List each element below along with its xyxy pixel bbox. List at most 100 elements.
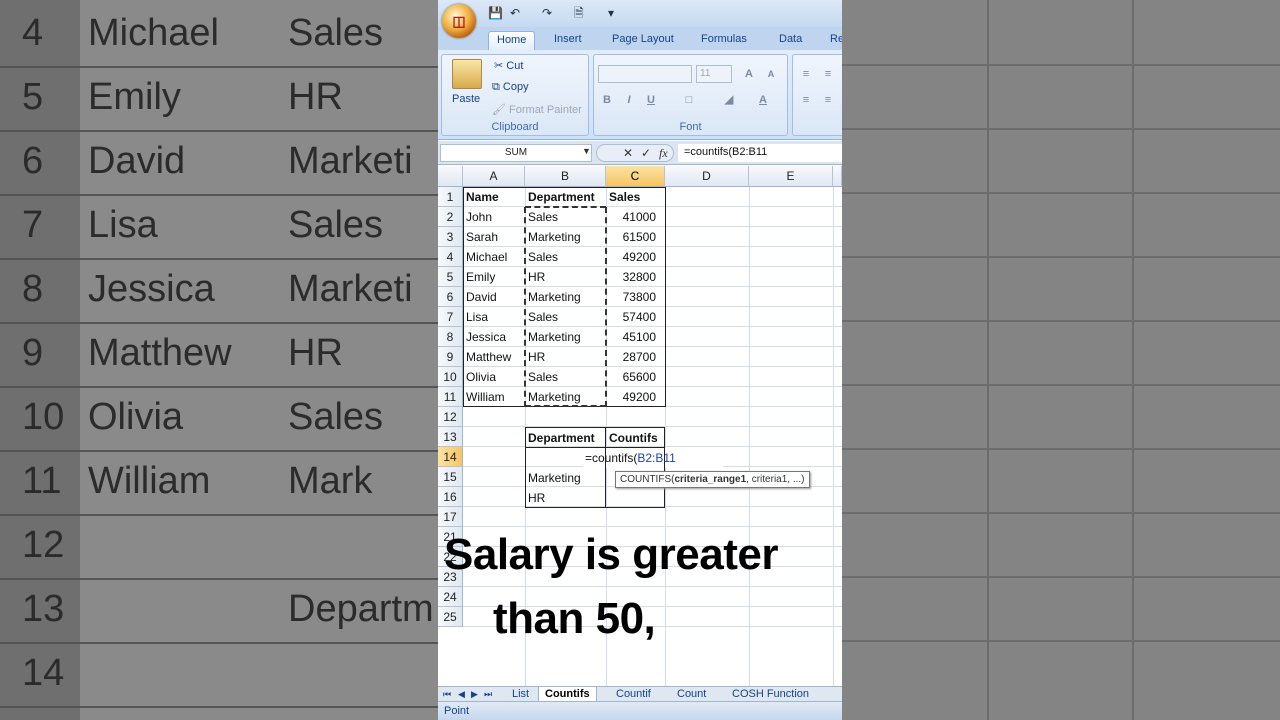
row-header-11[interactable]: 11: [438, 387, 463, 407]
cell-name[interactable]: John: [463, 207, 525, 227]
cell-dept[interactable]: Sales: [525, 247, 606, 267]
formula-input[interactable]: =countifs(B2:B11: [678, 144, 842, 162]
cell-sales[interactable]: 49200: [606, 247, 665, 267]
font-name-box[interactable]: [598, 65, 692, 83]
cell-name[interactable]: Emily: [463, 267, 525, 287]
row-header-2[interactable]: 2: [438, 207, 463, 227]
cell-sales[interactable]: 61500: [606, 227, 665, 247]
cell-name[interactable]: Sarah: [463, 227, 525, 247]
cell-name[interactable]: Lisa: [463, 307, 525, 327]
cell-dept[interactable]: HR: [525, 267, 606, 287]
cut-button[interactable]: ✂ Cut: [494, 59, 523, 72]
cell-dept[interactable]: Sales: [525, 207, 606, 227]
column-header-d[interactable]: D: [665, 166, 749, 187]
row-header-1[interactable]: 1: [438, 187, 463, 207]
tab-page-layout[interactable]: Page Layout: [604, 31, 682, 50]
print-preview-icon[interactable]: 🗎: [574, 5, 584, 21]
row-header-17[interactable]: 17: [438, 507, 463, 527]
column-header-b[interactable]: B: [525, 166, 606, 187]
enter-icon[interactable]: ✓: [641, 145, 651, 161]
summary-marketing[interactable]: Marketing: [525, 468, 606, 488]
fill-color-icon[interactable]: ◢: [720, 91, 738, 109]
customize-toolbar-icon[interactable]: ▾: [608, 5, 614, 21]
cell-dept[interactable]: Sales: [525, 367, 606, 387]
cell-dept[interactable]: HR: [525, 347, 606, 367]
cell-dept[interactable]: Marketing: [525, 227, 606, 247]
worksheet-grid[interactable]: A B C D E 1 2 3 4 5 6 7 8 9 10 11 12 13 14 15 16 17 21 22 2…: [438, 166, 842, 687]
row-header-7[interactable]: 7: [438, 307, 463, 327]
paste-icon[interactable]: [452, 59, 482, 89]
cell-sales[interactable]: 41000: [606, 207, 665, 227]
row-header-4[interactable]: 4: [438, 247, 463, 267]
column-header-c[interactable]: C: [606, 166, 665, 187]
insert-function-icon[interactable]: fx: [659, 145, 668, 161]
paste-button[interactable]: Paste: [452, 93, 480, 105]
shrink-font-button[interactable]: A: [762, 65, 780, 83]
grow-font-button[interactable]: A: [740, 65, 758, 83]
cell-name[interactable]: Matthew: [463, 347, 525, 367]
cell-sales[interactable]: 49200: [606, 387, 665, 407]
tab-data[interactable]: Data: [771, 31, 810, 50]
undo-icon[interactable]: ↶: [510, 5, 520, 21]
row-header-3[interactable]: 3: [438, 227, 463, 247]
cell-sales[interactable]: 65600: [606, 367, 665, 387]
row-header-13[interactable]: 13: [438, 427, 463, 447]
tab-insert[interactable]: Insert: [546, 31, 590, 50]
row-header-6[interactable]: 6: [438, 287, 463, 307]
column-header-f[interactable]: [833, 166, 842, 187]
name-box-dropdown-icon[interactable]: ▼: [582, 146, 591, 156]
row-header-25[interactable]: 25: [438, 607, 463, 627]
next-sheet-icon[interactable]: ▶: [471, 687, 478, 701]
summary-hr[interactable]: HR: [525, 488, 606, 508]
header-name[interactable]: Name: [463, 187, 525, 207]
align-left-icon[interactable]: ≡: [797, 91, 815, 109]
cell-dept[interactable]: Marketing: [525, 327, 606, 347]
cell-sales[interactable]: 73800: [606, 287, 665, 307]
cell-sales[interactable]: 28700: [606, 347, 665, 367]
underline-button[interactable]: U: [642, 91, 660, 109]
italic-button[interactable]: I: [620, 91, 638, 109]
cell-name[interactable]: William: [463, 387, 525, 407]
font-color-icon[interactable]: A: [754, 91, 772, 109]
format-painter-button[interactable]: 🖌 Format Painter: [492, 103, 582, 116]
row-header-5[interactable]: 5: [438, 267, 463, 287]
cell-sales[interactable]: 57400: [606, 307, 665, 327]
copy-button[interactable]: ⧉ Copy: [492, 81, 529, 94]
row-header-24[interactable]: 24: [438, 587, 463, 607]
select-all-corner[interactable]: [438, 166, 463, 187]
sheet-tab-cosh-function[interactable]: COSH Function: [726, 687, 815, 702]
office-button[interactable]: ◫: [442, 4, 476, 38]
cell-name[interactable]: Michael: [463, 247, 525, 267]
row-header-16[interactable]: 16: [438, 487, 463, 507]
summary-header-department[interactable]: Department: [525, 428, 606, 448]
tab-formulas[interactable]: Formulas: [693, 31, 755, 50]
summary-header-countifs[interactable]: Countifs: [606, 428, 665, 448]
row-header-10[interactable]: 10: [438, 367, 463, 387]
cell-dept[interactable]: Marketing: [525, 387, 606, 407]
name-box[interactable]: SUM: [440, 144, 592, 162]
sheet-tab-list[interactable]: List: [506, 687, 535, 702]
prev-sheet-icon[interactable]: ◀: [458, 687, 465, 701]
borders-icon[interactable]: □: [680, 91, 698, 109]
sheet-tab-count[interactable]: Count: [671, 687, 712, 702]
last-sheet-icon[interactable]: ⏭: [484, 687, 492, 701]
header-department[interactable]: Department: [525, 187, 606, 207]
column-header-a[interactable]: A: [463, 166, 525, 187]
cell-name[interactable]: David: [463, 287, 525, 307]
bold-button[interactable]: B: [598, 91, 616, 109]
cell-name[interactable]: Jessica: [463, 327, 525, 347]
redo-icon[interactable]: ↷: [542, 5, 552, 21]
cancel-icon[interactable]: ✕: [623, 145, 633, 161]
row-header-15[interactable]: 15: [438, 467, 463, 487]
row-header-12[interactable]: 12: [438, 407, 463, 427]
row-header-9[interactable]: 9: [438, 347, 463, 367]
row-header-8[interactable]: 8: [438, 327, 463, 347]
row-header-14[interactable]: 14: [438, 447, 463, 467]
cell-name[interactable]: Olivia: [463, 367, 525, 387]
cell-dept[interactable]: Sales: [525, 307, 606, 327]
tab-home[interactable]: Home: [488, 31, 536, 50]
font-size-box[interactable]: 11: [696, 65, 732, 83]
cell-sales[interactable]: 32800: [606, 267, 665, 287]
cell-sales[interactable]: 45100: [606, 327, 665, 347]
sheet-tab-countif[interactable]: Countif: [610, 687, 657, 702]
